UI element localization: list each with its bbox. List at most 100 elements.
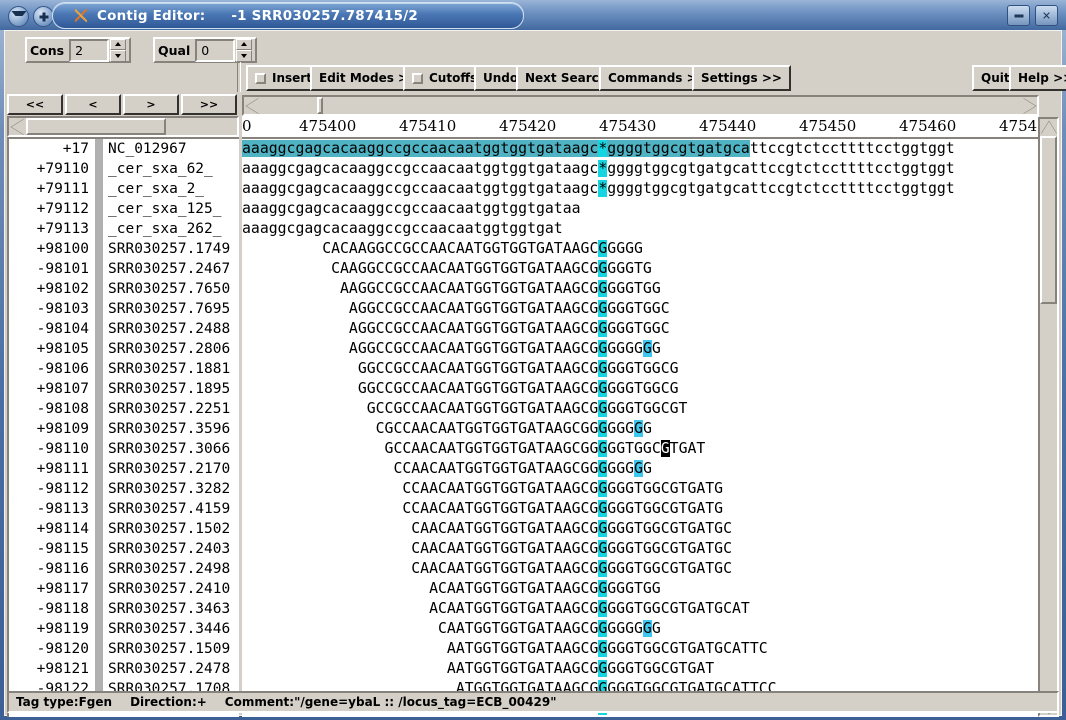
- sequence-scroll-thumb[interactable]: [317, 97, 323, 114]
- sequence-hscrollbar[interactable]: [242, 95, 1039, 116]
- sequence-row[interactable]: AGGCCGCCAACAATGGTGGTGATAAGCGGGGGGGG: [242, 339, 1039, 359]
- sequence-row[interactable]: CCAACAATGGTGGTGATAAGCGGGGGTGGCGTGATG: [242, 479, 1039, 499]
- window-move-icon[interactable]: [33, 6, 54, 27]
- read-name-row[interactable]: -98113 SRR030257.4159: [9, 499, 239, 519]
- sequence-indent: [242, 560, 411, 577]
- read-number: +79110: [36, 161, 89, 177]
- names-hscrollbar[interactable]: [7, 116, 239, 137]
- scroll-up-icon[interactable]: [1040, 119, 1057, 136]
- read-name-row[interactable]: -98116 SRR030257.2498: [9, 559, 239, 579]
- status-tag-type: Tag type:Fgen: [16, 695, 113, 709]
- nav-first-button[interactable]: <<: [7, 94, 63, 115]
- sequence-row[interactable]: aaaggcgagcacaaggccgccaacaatggtggtgataagc…: [242, 139, 1039, 159]
- read-number: +98105: [36, 341, 89, 357]
- read-name-row[interactable]: -98106 SRR030257.1881: [9, 359, 239, 379]
- read-name-row[interactable]: +98121 SRR030257.2478: [9, 659, 239, 679]
- sequence-row[interactable]: CAATGGTGGTGATAAGCGGGGGGGG: [242, 619, 1039, 639]
- read-name-row[interactable]: +98107 SRR030257.1895: [9, 379, 239, 399]
- minimize-button[interactable]: [1007, 5, 1030, 26]
- help-button[interactable]: Help >>: [1009, 65, 1066, 91]
- qual-increment-icon[interactable]: [236, 38, 253, 50]
- qual-spinner[interactable]: Qual 0: [153, 37, 258, 63]
- sequence-row[interactable]: AAGGCCGCCAACAATGGTGGTGATAAGCGGGGGTGG: [242, 279, 1039, 299]
- sequence-row[interactable]: ACAATGGTGGTGATAAGCGGGGGTGGCGTGATGCAT: [242, 599, 1039, 619]
- close-button[interactable]: ✕: [1035, 5, 1058, 26]
- read-name-row[interactable]: +98102 SRR030257.7650: [9, 279, 239, 299]
- nav-prev-button[interactable]: <: [65, 94, 121, 115]
- read-names-pane[interactable]: +17 NC_012967 +79110 _cer_sxa_62_ +79111 _cer…: [7, 137, 239, 717]
- sequence-scroll-track[interactable]: [261, 97, 1020, 114]
- names-scroll-left-icon[interactable]: [9, 118, 26, 135]
- sequence-row[interactable]: AGGCCGCCAACAATGGTGGTGATAAGCGGGGGTGGC: [242, 319, 1039, 339]
- sequence-scroll-right-icon[interactable]: [1020, 97, 1037, 114]
- read-name-row[interactable]: -98110 SRR030257.3066: [9, 439, 239, 459]
- read-name-row[interactable]: -98108 SRR030257.2251: [9, 399, 239, 419]
- read-name-row[interactable]: +79112 _cer_sxa_125_: [9, 199, 239, 219]
- sequence-row[interactable]: aaaggcgagcacaaggccgccaacaatggtggtgataa: [242, 199, 1039, 219]
- qual-decrement-icon[interactable]: [236, 50, 253, 62]
- read-name-row[interactable]: +98117 SRR030257.2410: [9, 579, 239, 599]
- read-name-row[interactable]: +98114 SRR030257.1502: [9, 519, 239, 539]
- sequence-row[interactable]: GGCCGCCAACAATGGTGGTGATAAGCGGGGGTGGCG: [242, 359, 1039, 379]
- sequence-base-highlighted: G: [598, 480, 608, 497]
- names-scroll-thumb[interactable]: [26, 118, 166, 135]
- sequence-scroll-left-icon[interactable]: [244, 97, 261, 114]
- sequence-alignment-pane[interactable]: aaaggcgagcacaaggccgccaacaatggtggtgataagc…: [242, 137, 1039, 717]
- read-name-row[interactable]: -98120 SRR030257.1509: [9, 639, 239, 659]
- read-name: _cer_sxa_262_: [108, 221, 222, 237]
- sequence-row[interactable]: CAAGGCCGCCAACAATGGTGGTGATAAGCGGGGGTG: [242, 259, 1039, 279]
- vertical-scroll-thumb[interactable]: [1040, 136, 1057, 304]
- read-name-divider: [95, 399, 103, 419]
- read-name-row[interactable]: +98109 SRR030257.3596: [9, 419, 239, 439]
- cons-spinner-arrows[interactable]: [110, 38, 127, 62]
- sequence-row[interactable]: CAACAATGGTGGTGATAAGCGGGGGTGGCGTGATGC: [242, 519, 1039, 539]
- sequence-row[interactable]: AATGGTGGTGATAAGCGGGGGTGGCGTGAT: [242, 659, 1039, 679]
- nav-last-button[interactable]: >>: [181, 94, 237, 115]
- read-name-row[interactable]: +98119 SRR030257.3446: [9, 619, 239, 639]
- insert-checkbox-icon[interactable]: [255, 72, 266, 84]
- nav-first-label: <<: [25, 98, 45, 111]
- sequence-row[interactable]: CACAAGGCCGCCAACAATGGTGGTGATAAGCGGGGG: [242, 239, 1039, 259]
- nav-next-button[interactable]: >: [123, 94, 179, 115]
- sequence-row[interactable]: AGGCCGCCAACAATGGTGGTGATAAGCGGGGGTGGC: [242, 299, 1039, 319]
- sequence-row[interactable]: aaaggcgagcacaaggccgccaacaatggtggtgataagc…: [242, 179, 1039, 199]
- sequence-row[interactable]: CCAACAATGGTGGTGATAAGCGGGGGGGG: [242, 459, 1039, 479]
- read-name-row[interactable]: +17 NC_012967: [9, 139, 239, 159]
- read-name-row[interactable]: +98105 SRR030257.2806: [9, 339, 239, 359]
- sequence-row[interactable]: GCCAACAATGGTGGTGATAAGCGGGGGTGGCGTGAT: [242, 439, 1039, 459]
- cutoffs-checkbox-icon[interactable]: [412, 72, 423, 84]
- cons-decrement-icon[interactable]: [110, 50, 127, 62]
- read-name-row[interactable]: +98100 SRR030257.1749: [9, 239, 239, 259]
- qual-spinner-arrows[interactable]: [236, 38, 253, 62]
- sequence-row[interactable]: GCCGCCAACAATGGTGGTGATAAGCGGGGGTGGCGT: [242, 399, 1039, 419]
- cons-spinner[interactable]: Cons 2: [25, 37, 132, 63]
- read-name-row[interactable]: -98118 SRR030257.3463: [9, 599, 239, 619]
- sequence-row[interactable]: aaaggcgagcacaaggccgccaacaatggtggtgat: [242, 219, 1039, 239]
- sequence-row[interactable]: ACAATGGTGGTGATAAGCGGGGGTGG: [242, 579, 1039, 599]
- sequence-row[interactable]: GGCCGCCAACAATGGTGGTGATAAGCGGGGGTGGCG: [242, 379, 1039, 399]
- sequence-base: CAATGGTGGTGATAAGCG: [438, 620, 599, 637]
- read-name-row[interactable]: -98115 SRR030257.2403: [9, 539, 239, 559]
- qual-value[interactable]: 0: [195, 38, 236, 62]
- sequence-indent: [242, 520, 411, 537]
- vertical-scrollbar[interactable]: [1038, 117, 1059, 717]
- read-name-row[interactable]: -98103 SRR030257.7695: [9, 299, 239, 319]
- window-shade-icon[interactable]: [8, 6, 29, 27]
- sequence-row[interactable]: CGCCAACAATGGTGGTGATAAGCGGGGGGGG: [242, 419, 1039, 439]
- cons-increment-icon[interactable]: [110, 38, 127, 50]
- sequence-row[interactable]: AATGGTGGTGATAAGCGGGGGTGGCGTGATGCATTC: [242, 639, 1039, 659]
- read-name-row[interactable]: +79113 _cer_sxa_262_: [9, 219, 239, 239]
- read-name-row[interactable]: -98101 SRR030257.2467: [9, 259, 239, 279]
- read-name-row[interactable]: -98104 SRR030257.2488: [9, 319, 239, 339]
- read-name-row[interactable]: +79111 _cer_sxa_2_: [9, 179, 239, 199]
- read-name-row[interactable]: -98112 SRR030257.3282: [9, 479, 239, 499]
- cons-value[interactable]: 2: [69, 38, 110, 62]
- sequence-row[interactable]: CAACAATGGTGGTGATAAGCGGGGGTGGCGTGATGC: [242, 559, 1039, 579]
- sequence-row[interactable]: CAACAATGGTGGTGATAAGCGGGGGTGGCGTGATGC: [242, 539, 1039, 559]
- read-name-row[interactable]: +79110 _cer_sxa_62_: [9, 159, 239, 179]
- settings-button[interactable]: Settings >>: [692, 65, 791, 91]
- sequence-row[interactable]: aaaggcgagcacaaggccgccaacaatggtggtgataagc…: [242, 159, 1039, 179]
- read-name-row[interactable]: +98111 SRR030257.2170: [9, 459, 239, 479]
- read-number: -98108: [36, 401, 89, 417]
- sequence-row[interactable]: CCAACAATGGTGGTGATAAGCGGGGGTGGCGTGATG: [242, 499, 1039, 519]
